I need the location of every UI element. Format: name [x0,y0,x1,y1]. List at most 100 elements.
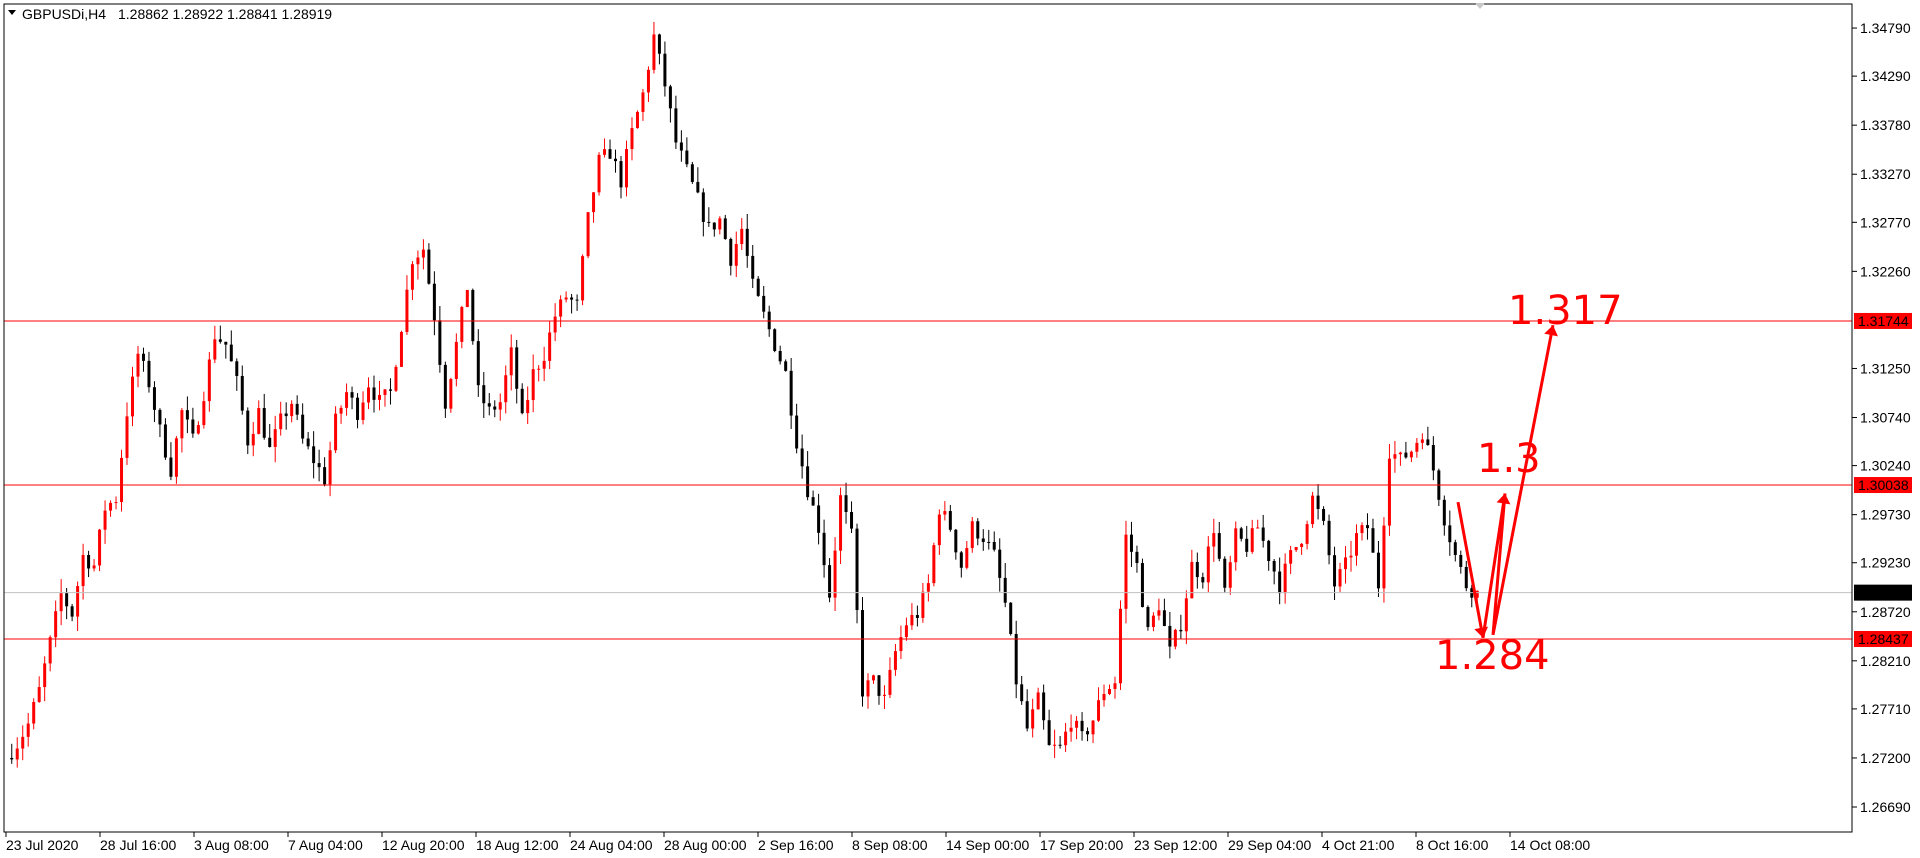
candle-body [679,142,683,151]
candle-body [1195,562,1199,578]
candle-body [850,511,854,529]
candle-body [454,341,458,379]
candle-body [1212,533,1216,547]
candle-body [520,388,524,414]
candle-body [54,611,58,638]
candle-body [218,339,222,342]
candle-body [756,278,760,296]
candle [1009,602,1013,636]
candle-body [542,360,546,369]
candle-body [795,415,799,449]
candle-body [559,299,563,317]
candle-body [1086,731,1090,735]
candle-body [696,181,700,193]
candle-body [1300,543,1304,547]
y-tick-label: 1.32260 [1860,263,1911,279]
candle-body [59,593,63,612]
candle-body [180,410,184,439]
candle-body [888,669,892,695]
x-tick-label: 17 Sep 20:00 [1040,837,1124,853]
level-price-label: 1.31744 [1858,313,1909,329]
candle-body [15,748,19,760]
candle-body [1201,577,1205,583]
current-price-label: 1.28919 [1858,585,1909,601]
candle-body [1420,439,1424,443]
x-tick-label: 7 Aug 04:00 [288,837,363,853]
y-tick-label: 1.27710 [1860,701,1911,717]
candle [756,276,760,297]
candle-body [712,222,716,230]
candle [932,542,936,587]
y-tick-label: 1.32770 [1860,214,1911,230]
candle-body [279,413,283,430]
candle-body [976,521,980,539]
x-tick-label: 2 Sep 16:00 [758,837,834,853]
candle-body [334,413,338,451]
candle-body [174,438,178,477]
candle-body [1431,445,1435,471]
candle-body [1108,688,1112,694]
candle-body [1382,525,1386,589]
candle-body [1442,499,1446,526]
candle-body [147,360,151,388]
candle-body [1459,554,1463,567]
candle-body [861,610,865,697]
candle-body [1426,439,1430,446]
candle-body [1338,569,1342,587]
x-tick-label: 14 Sep 00:00 [946,837,1030,853]
candle-body [443,364,447,409]
candle-body [1020,684,1024,702]
candle-body [306,438,310,447]
candle-body [130,376,134,417]
candle-body [240,375,244,411]
candle-body [1404,452,1408,458]
x-tick-label: 29 Sep 04:00 [1228,837,1312,853]
candle-body [196,425,200,434]
candle-body [1223,558,1227,588]
candle-body [1228,562,1232,588]
candle-body [246,410,250,446]
candle-body [43,663,47,688]
candle [1146,605,1150,631]
x-tick-label: 28 Aug 00:00 [664,837,747,853]
candle-body [1267,540,1271,561]
candle-body [1036,692,1040,710]
candle [1223,556,1227,594]
candle-body [504,375,508,403]
candle-body [1157,610,1161,616]
candle-body [372,387,376,400]
candle-body [1113,683,1117,689]
candle-body [701,192,705,222]
candle-body [356,397,360,420]
candle-body [213,339,217,360]
candle-body [992,541,996,550]
candle [970,517,974,553]
candle-body [773,329,777,351]
candle-body [1053,744,1057,746]
candle-body [1168,625,1172,647]
candle-body [323,467,327,485]
candle-body [377,394,381,400]
y-tick-label: 1.29730 [1860,507,1911,523]
candle-body [1256,527,1260,529]
candle-body [998,549,1002,578]
y-tick-label: 1.34290 [1860,68,1911,84]
candle-body [734,244,738,266]
candle-body [1146,607,1150,628]
candle-body [674,108,678,143]
candle-body [1129,534,1133,552]
x-tick-label: 3 Aug 08:00 [194,837,269,853]
x-tick-label: 24 Aug 04:00 [570,837,653,853]
candle-body [970,521,974,549]
candle-body [1003,577,1007,603]
candle [394,364,398,393]
candle-body [1075,720,1079,728]
candle-body [268,437,272,447]
candle-body [921,591,925,618]
candle-body [718,218,722,230]
candle-body [630,128,634,150]
candle-body [564,297,568,300]
annotation-label: 1.284 [1435,633,1550,679]
candle-body [1124,534,1128,609]
candle-body [1118,608,1122,684]
